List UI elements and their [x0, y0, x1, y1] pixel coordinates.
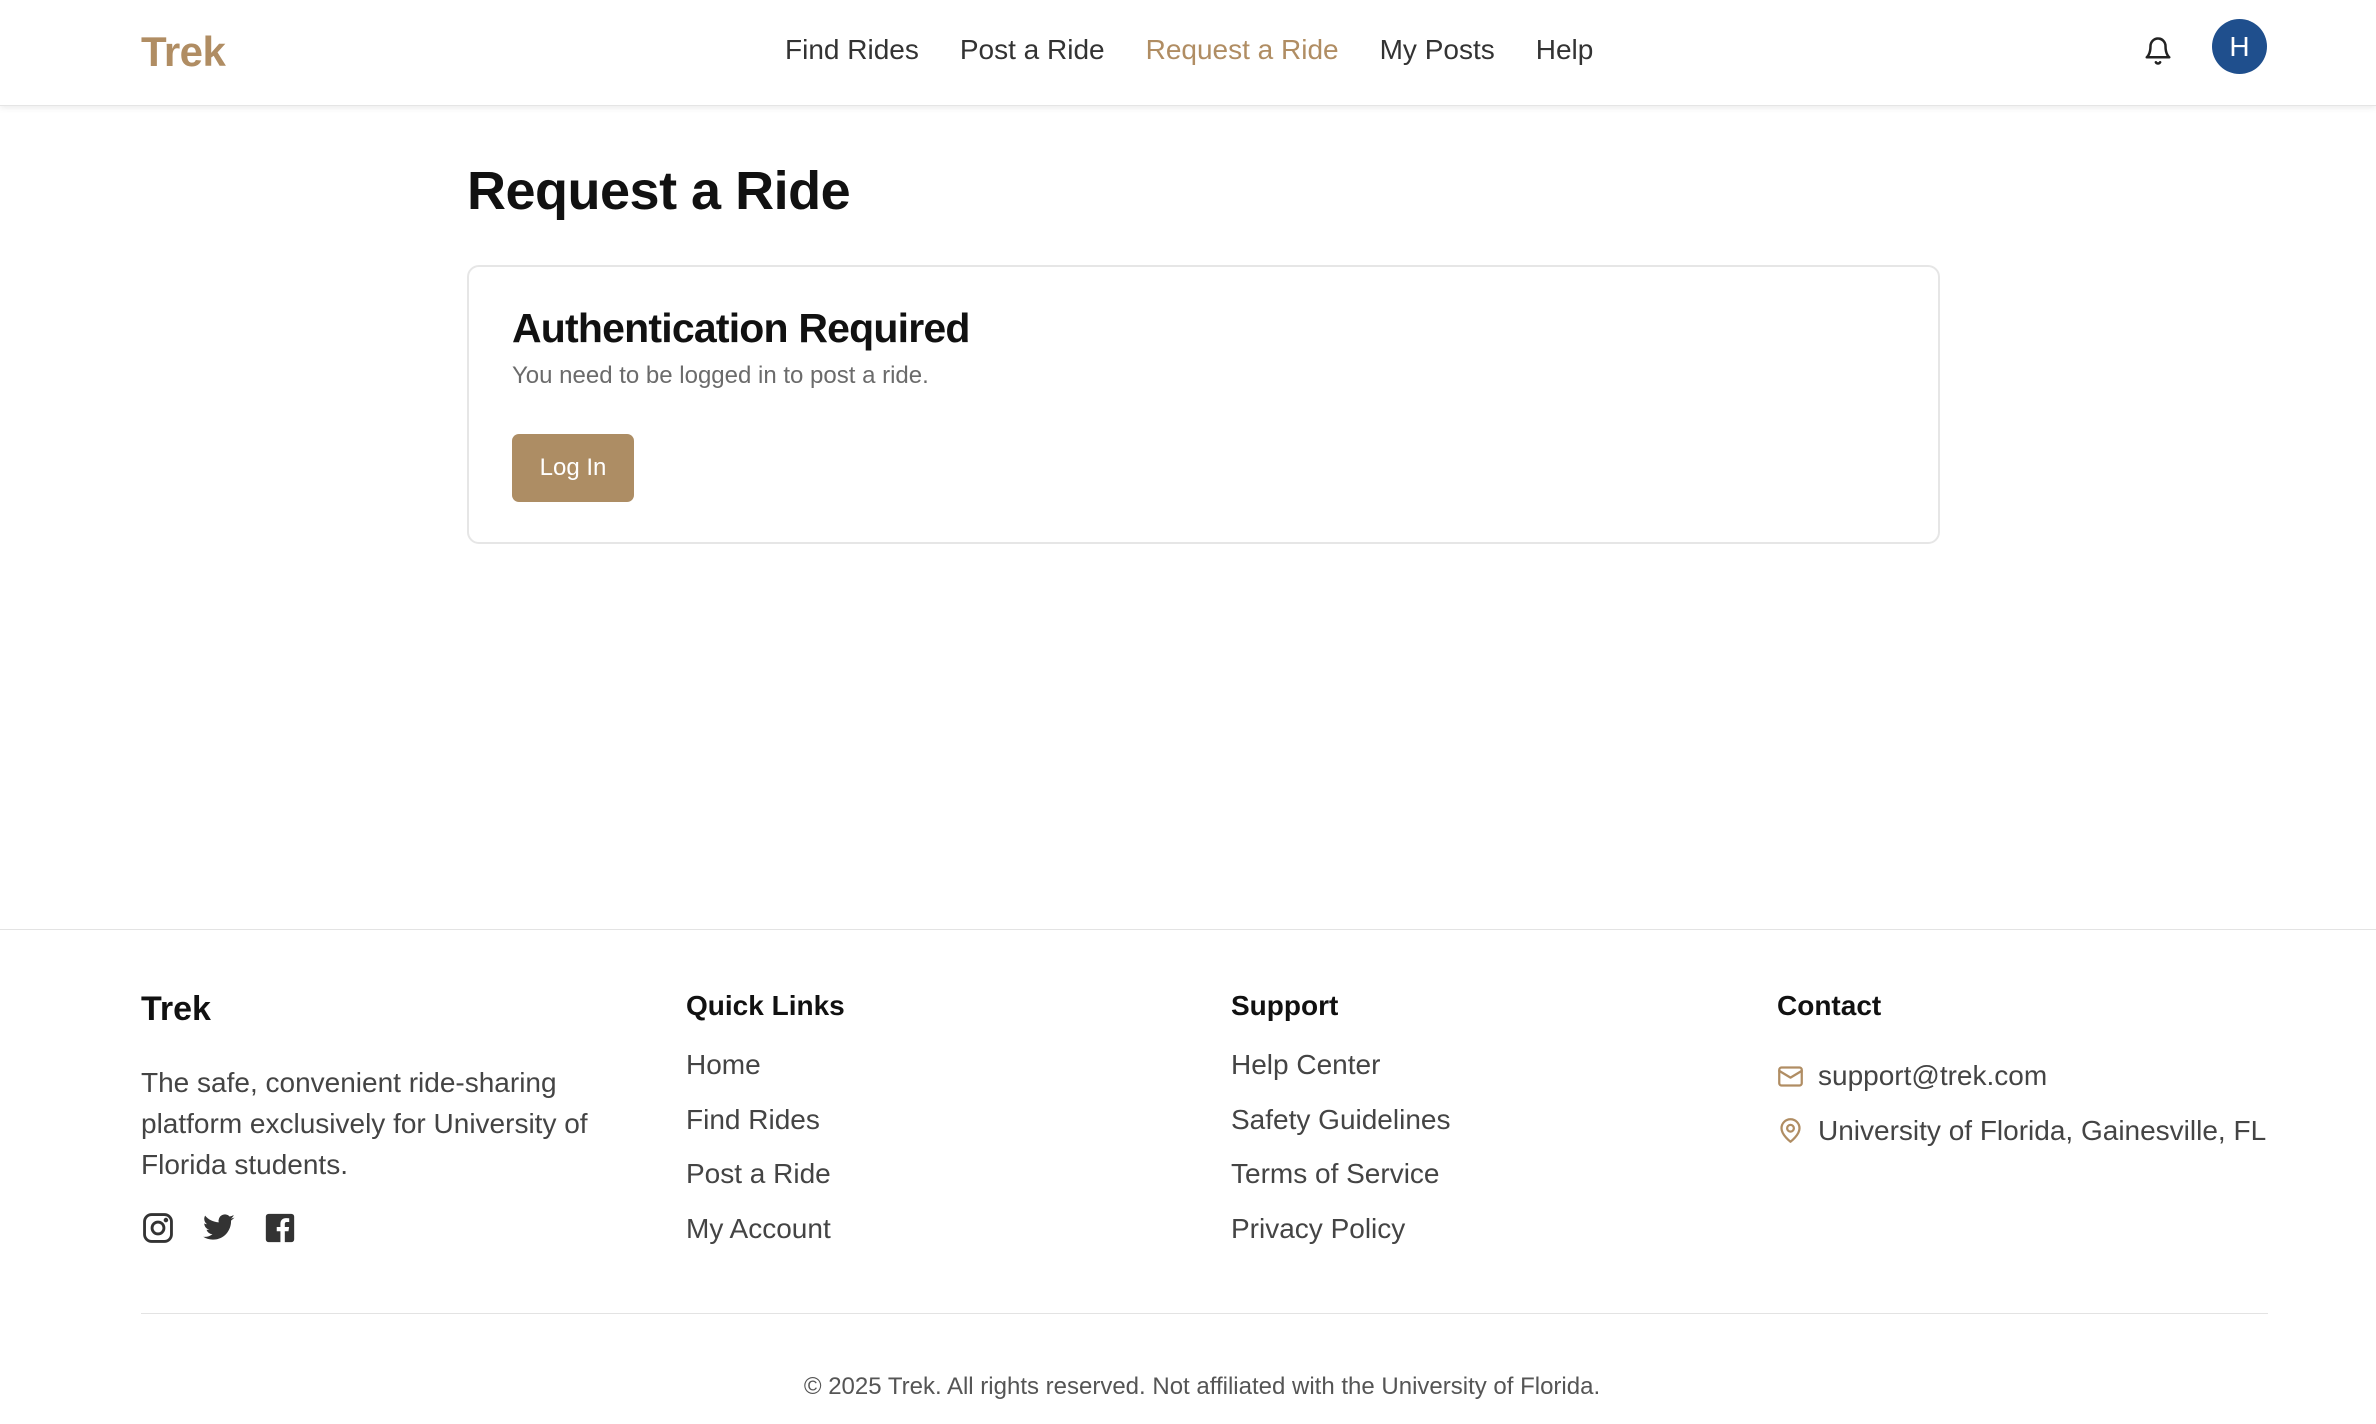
card-description: You need to be logged in to post a ride. — [512, 362, 929, 389]
footer-contact: Contact support@trek.com University of F… — [1777, 990, 2266, 1158]
auth-required-card: Authentication Required You need to be l… — [467, 265, 1940, 544]
footer-link-help-center[interactable]: Help Center — [1231, 1049, 1450, 1104]
contact-email-row: support@trek.com — [1777, 1049, 2266, 1104]
footer-link-privacy-policy[interactable]: Privacy Policy — [1231, 1213, 1450, 1268]
copyright-text: © 2025 Trek. All rights reserved. Not af… — [803, 1373, 1601, 1400]
twitter-icon[interactable] — [202, 1211, 236, 1245]
avatar[interactable]: H — [2212, 19, 2267, 74]
nav-request-a-ride[interactable]: Request a Ride — [1146, 34, 1339, 66]
nav-help[interactable]: Help — [1536, 34, 1594, 66]
log-in-button[interactable]: Log In — [512, 434, 634, 502]
contact-heading: Contact — [1777, 990, 1882, 1021]
bell-icon[interactable] — [2143, 35, 2173, 67]
map-pin-icon — [1780, 1118, 1801, 1144]
footer-quick-links: Quick Links Home Find Rides Post a Ride … — [686, 990, 845, 1267]
support-heading: Support — [1231, 990, 1339, 1021]
contact-address: University of Florida, Gainesville, FL — [1818, 1114, 2267, 1146]
card-title: Authentication Required — [512, 305, 970, 351]
footer-link-home[interactable]: Home — [686, 1049, 845, 1104]
logo[interactable]: Trek — [141, 28, 226, 76]
page-title: Request a Ride — [467, 161, 851, 221]
footer-bottom-divider — [141, 1313, 2268, 1314]
footer-link-post-a-ride[interactable]: Post a Ride — [686, 1158, 845, 1213]
footer-brand: Trek — [141, 990, 211, 1028]
quick-links-heading: Quick Links — [686, 990, 845, 1021]
instagram-icon[interactable] — [141, 1211, 175, 1245]
footer-link-my-account[interactable]: My Account — [686, 1213, 845, 1268]
footer-link-safety-guidelines[interactable]: Safety Guidelines — [1231, 1104, 1450, 1159]
nav-post-a-ride[interactable]: Post a Ride — [960, 34, 1105, 66]
main-nav: Find Rides Post a Ride Request a Ride My… — [785, 34, 1593, 66]
footer-link-terms-of-service[interactable]: Terms of Service — [1231, 1158, 1450, 1213]
top-nav-bar: Trek Find Rides Post a Ride Request a Ri… — [0, 0, 2376, 106]
footer-divider — [0, 929, 2376, 930]
footer-link-find-rides[interactable]: Find Rides — [686, 1104, 845, 1159]
social-links — [141, 1211, 297, 1245]
facebook-icon[interactable] — [263, 1211, 297, 1245]
footer-tagline: The safe, convenient ride-sharing platfo… — [141, 1067, 588, 1180]
nav-find-rides[interactable]: Find Rides — [785, 34, 919, 66]
footer-support: Support Help Center Safety Guidelines Te… — [1231, 990, 1450, 1267]
contact-email[interactable]: support@trek.com — [1818, 1060, 2047, 1092]
contact-address-row: University of Florida, Gainesville, FL — [1777, 1104, 2266, 1159]
mail-icon — [1778, 1066, 1803, 1087]
nav-my-posts[interactable]: My Posts — [1380, 34, 1495, 66]
